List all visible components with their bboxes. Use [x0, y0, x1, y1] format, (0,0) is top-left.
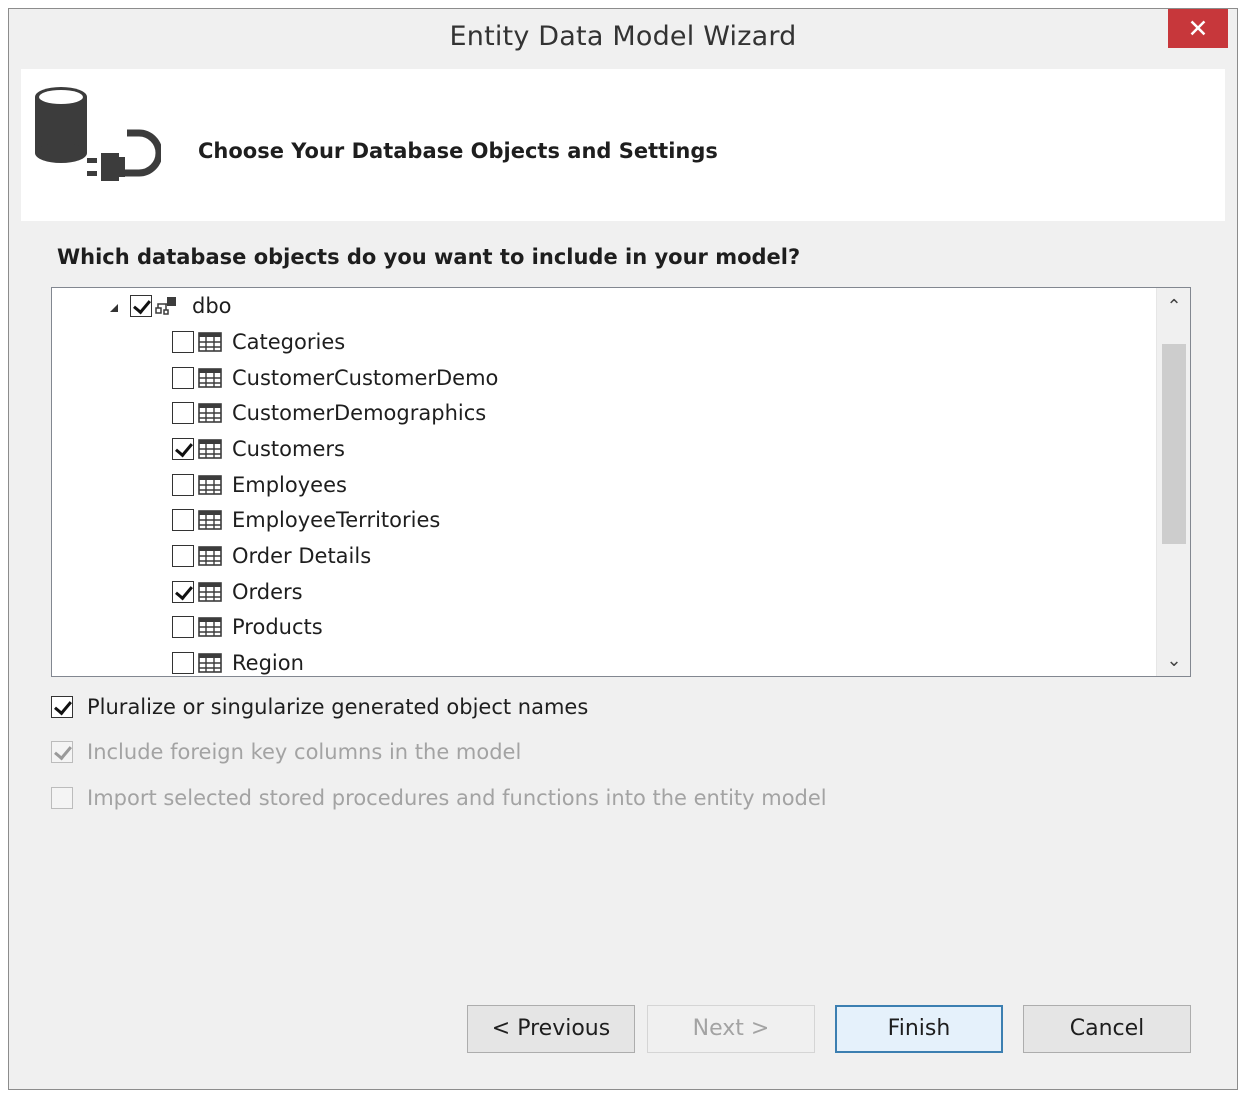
stored-procedures-option: Import selected stored procedures and fu… [51, 786, 827, 810]
database-objects-tree[interactable]: dbo Categories CustomerCustomerDemo Cust… [51, 287, 1191, 677]
foreign-keys-label: Include foreign key columns in the model [87, 740, 522, 764]
tree-item-table[interactable]: Orders [172, 574, 303, 609]
table-checkbox[interactable] [172, 615, 194, 638]
table-checkbox[interactable] [172, 651, 194, 674]
table-label: Categories [232, 329, 346, 354]
table-icon [198, 581, 222, 602]
tree-item-table[interactable]: Products [172, 609, 323, 644]
pluralize-option[interactable]: Pluralize or singularize generated objec… [51, 695, 588, 719]
pluralize-label: Pluralize or singularize generated objec… [87, 695, 589, 719]
table-icon [198, 367, 222, 388]
tree-item-table[interactable]: Categories [172, 324, 345, 359]
scroll-up-icon[interactable]: ⌃ [1157, 292, 1190, 322]
wizard-window: Entity Data Model Wizard ✕ Choose Your D… [8, 8, 1238, 1090]
previous-button[interactable]: < Previous [467, 1005, 635, 1053]
window-title: Entity Data Model Wizard [449, 21, 797, 52]
schema-icon [155, 296, 176, 315]
table-icon [198, 331, 222, 352]
table-icon [198, 402, 222, 423]
expand-collapse-icon[interactable] [110, 303, 118, 312]
table-icon [198, 545, 222, 566]
table-icon [198, 509, 222, 530]
table-checkbox[interactable] [172, 544, 194, 567]
table-label: Order Details [232, 543, 372, 568]
table-icon [198, 438, 222, 459]
tree-item-table[interactable]: CustomerCustomerDemo [172, 360, 498, 395]
tree-node-dbo[interactable]: dbo [110, 288, 232, 323]
tree-item-table[interactable]: Customers [172, 431, 345, 466]
table-checkbox[interactable] [172, 401, 194, 424]
database-plug-icon [35, 87, 161, 181]
table-label: Products [232, 614, 323, 639]
table-label: EmployeeTerritories [232, 507, 441, 532]
table-checkbox[interactable] [172, 437, 194, 460]
table-label: Employees [232, 472, 347, 497]
stored-procedures-checkbox [51, 787, 73, 809]
table-checkbox[interactable] [172, 580, 194, 603]
table-icon [198, 652, 222, 673]
table-checkbox[interactable] [172, 473, 194, 496]
tree-item-table[interactable]: Region [172, 645, 304, 676]
table-label: Region [232, 650, 304, 675]
close-button[interactable]: ✕ [1168, 9, 1228, 48]
pluralize-checkbox[interactable] [51, 696, 73, 718]
foreign-keys-checkbox [51, 741, 73, 763]
table-label: CustomerCustomerDemo [232, 365, 499, 390]
cancel-button[interactable]: Cancel [1023, 1005, 1191, 1053]
table-icon [198, 474, 222, 495]
table-label: Customers [232, 436, 345, 461]
foreign-keys-option: Include foreign key columns in the model [51, 740, 521, 764]
tree-item-table[interactable]: CustomerDemographics [172, 395, 486, 430]
vertical-scrollbar[interactable]: ⌃ ⌄ [1156, 288, 1190, 676]
objects-question-label: Which database objects do you want to in… [57, 245, 801, 269]
tree-item-table[interactable]: EmployeeTerritories [172, 502, 440, 537]
finish-button[interactable]: Finish [835, 1005, 1003, 1053]
table-checkbox[interactable] [172, 330, 194, 353]
title-bar: Entity Data Model Wizard ✕ [9, 9, 1237, 67]
close-icon: ✕ [1187, 14, 1209, 43]
tree-node-label: dbo [192, 293, 232, 318]
table-icon [198, 616, 222, 637]
next-button: Next > [647, 1005, 815, 1053]
table-label: Orders [232, 579, 303, 604]
dbo-checkbox[interactable] [130, 294, 152, 317]
page-title: Choose Your Database Objects and Setting… [198, 139, 718, 163]
tree-item-table[interactable]: Order Details [172, 538, 371, 573]
table-checkbox[interactable] [172, 508, 194, 531]
scrollbar-thumb[interactable] [1162, 344, 1186, 544]
tree-item-table[interactable]: Employees [172, 467, 347, 502]
wizard-header: Choose Your Database Objects and Setting… [21, 69, 1225, 221]
table-label: CustomerDemographics [232, 400, 487, 425]
scroll-down-icon[interactable]: ⌄ [1157, 646, 1190, 676]
stored-procedures-label: Import selected stored procedures and fu… [87, 786, 827, 810]
table-checkbox[interactable] [172, 366, 194, 389]
